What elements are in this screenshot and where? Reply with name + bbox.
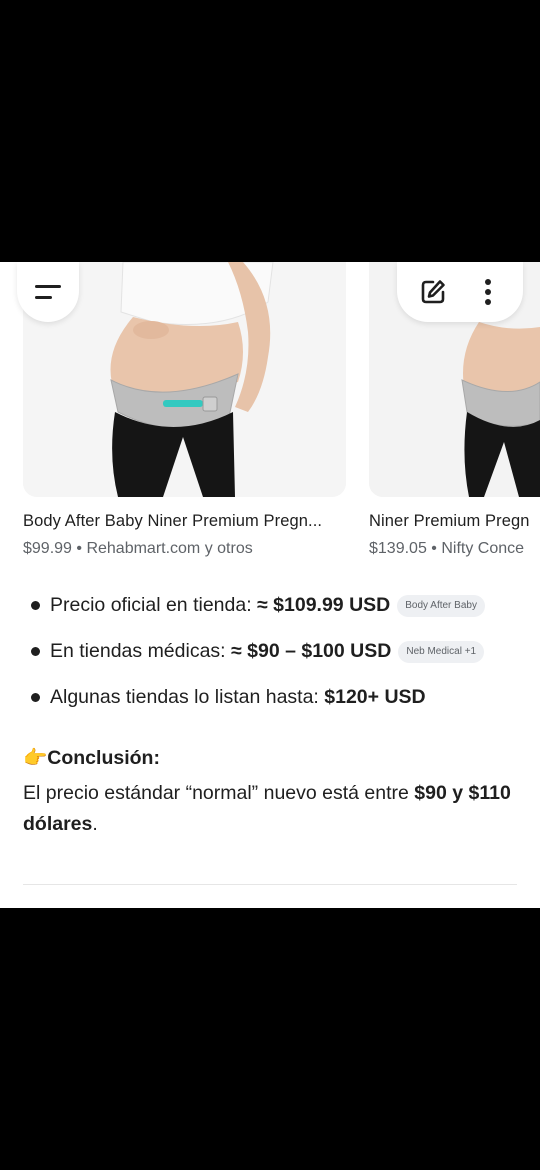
results-sheet: Body After Baby Niner Premium Pregn... $… bbox=[0, 262, 540, 908]
list-item: Algunas tiendas lo listan hasta: $120+ U… bbox=[31, 686, 426, 709]
more-options-button[interactable] bbox=[466, 270, 510, 314]
conclusion-title: Conclusión: bbox=[47, 746, 160, 769]
top-actions bbox=[397, 262, 523, 322]
bullet-price: ≈ $90 – $100 USD bbox=[231, 640, 392, 662]
product-price-seller: $139.05 • Nifty Conce bbox=[369, 540, 540, 558]
product-seller: Rehabmart.com y otros bbox=[86, 540, 253, 557]
list-item: En tiendas médicas: ≈ $90 – $100 USD Neb… bbox=[31, 640, 485, 663]
bullet-price: ≈ $109.99 USD bbox=[257, 594, 391, 616]
separator-dot: • bbox=[431, 540, 442, 557]
more-vert-icon bbox=[484, 279, 491, 305]
bullet-dot bbox=[31, 647, 40, 656]
edit-icon bbox=[421, 280, 445, 304]
conclusion-heading: 👉 Conclusión: bbox=[23, 746, 523, 770]
edit-button[interactable] bbox=[411, 270, 455, 314]
product-price-seller: $99.99 • Rehabmart.com y otros bbox=[23, 540, 346, 558]
separator-dot: • bbox=[76, 540, 87, 557]
bullet-text: Precio oficial en tienda: bbox=[50, 594, 252, 616]
bullet-text: Algunas tiendas lo listan hasta: bbox=[50, 686, 319, 708]
product-title[interactable]: Body After Baby Niner Premium Pregn... bbox=[23, 512, 346, 531]
divider bbox=[23, 884, 517, 885]
menu-icon bbox=[35, 285, 61, 299]
product-price: $139.05 bbox=[369, 540, 427, 557]
bullet-price: $120+ USD bbox=[324, 686, 426, 708]
conclusion-text-start: El precio estándar “normal” nuevo está e… bbox=[23, 782, 415, 804]
bullet-dot bbox=[31, 693, 40, 702]
product-seller: Nifty Conce bbox=[441, 540, 525, 557]
conclusion-text: El precio estándar “normal” nuevo está e… bbox=[23, 778, 523, 840]
menu-button[interactable] bbox=[17, 262, 79, 322]
pointing-hand-icon: 👉 bbox=[23, 747, 48, 769]
source-chip[interactable]: Body After Baby bbox=[397, 594, 485, 617]
product-title[interactable]: Niner Premium Pregn bbox=[369, 512, 540, 531]
list-item: Precio oficial en tienda: ≈ $109.99 USD … bbox=[31, 594, 485, 617]
conclusion: 👉 Conclusión: El precio estándar “normal… bbox=[23, 746, 523, 840]
product-price: $99.99 bbox=[23, 540, 72, 557]
source-chip[interactable]: Neb Medical +1 bbox=[398, 640, 485, 663]
bullet-text: En tiendas médicas: bbox=[50, 640, 226, 662]
conclusion-text-end: . bbox=[92, 813, 98, 835]
bullet-dot bbox=[31, 601, 40, 610]
